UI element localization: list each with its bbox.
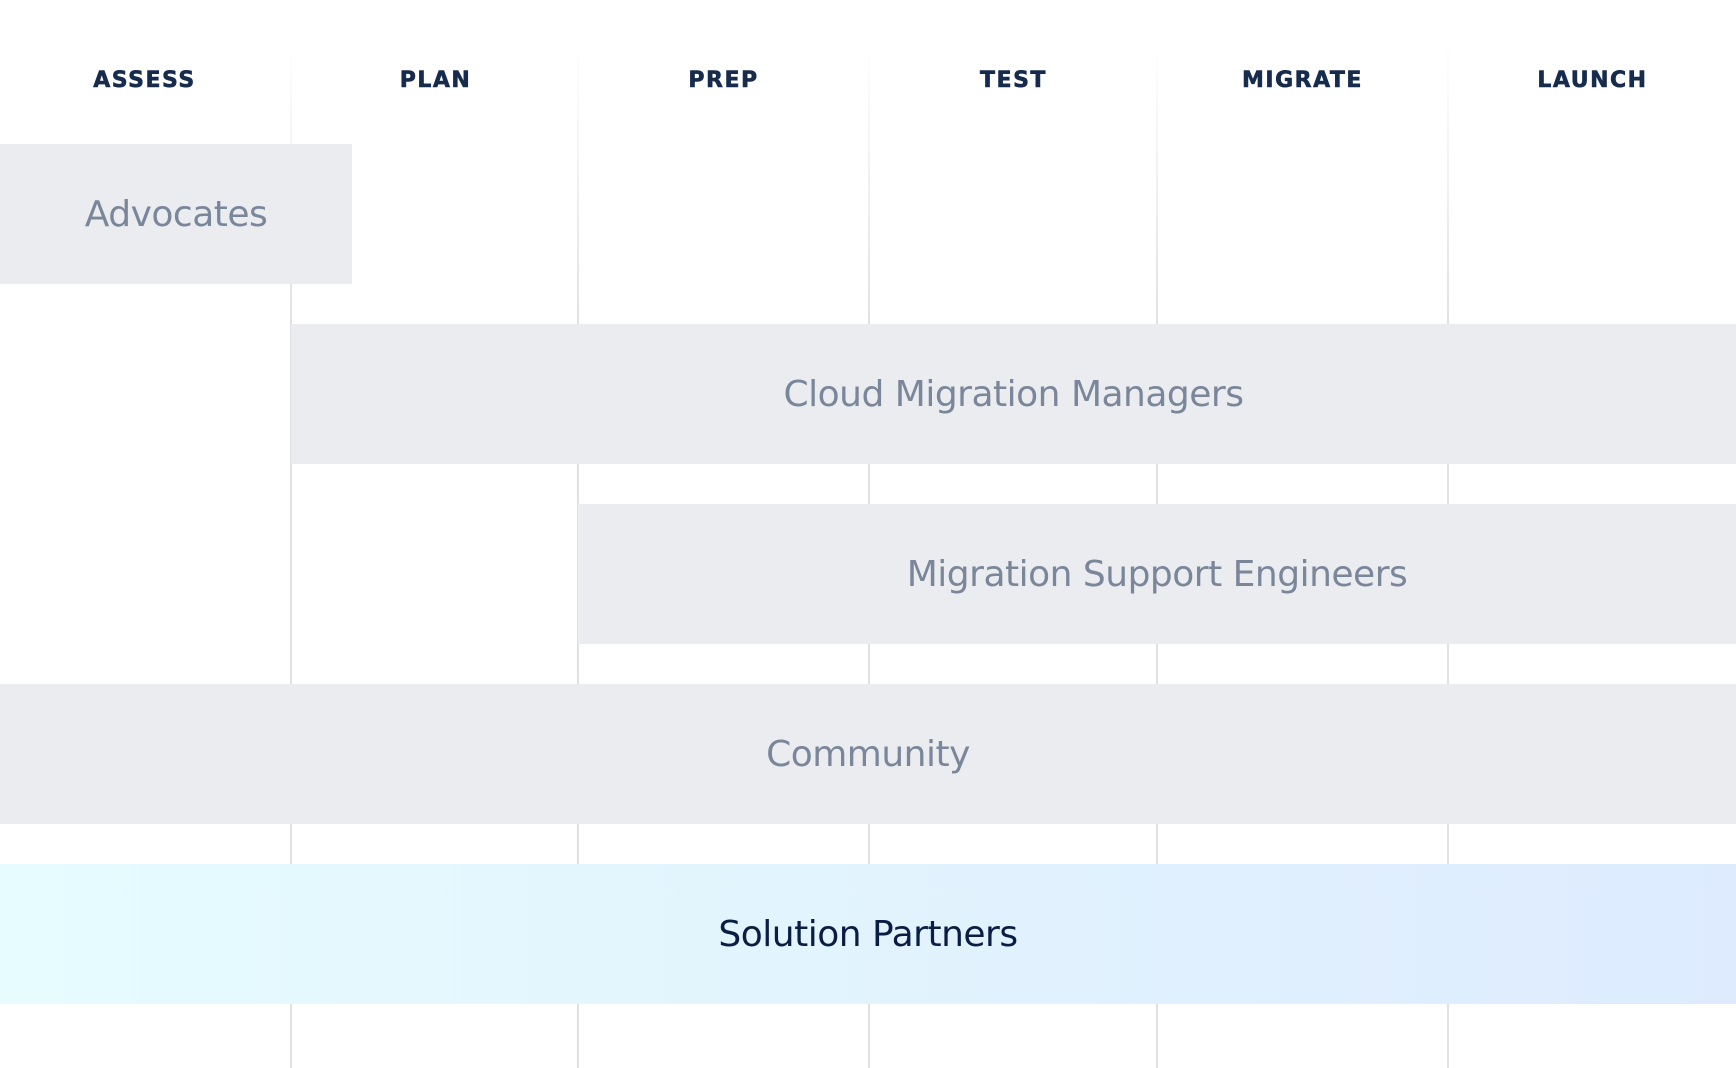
role-bar-cloud-migration-managers: Cloud Migration Managers (291, 324, 1736, 464)
phase-header-assess: ASSESS (93, 67, 196, 93)
role-bar-migration-support-engineers: Migration Support Engineers (578, 504, 1736, 644)
phase-header-plan: PLAN (399, 67, 472, 93)
role-label: Cloud Migration Managers (783, 373, 1244, 415)
role-label: Advocates (84, 193, 268, 235)
role-label: Solution Partners (718, 913, 1018, 955)
phase-header-launch: LAUNCH (1537, 67, 1648, 93)
phase-header-migrate: MIGRATE (1242, 67, 1363, 93)
role-bar-advocates: Advocates (0, 144, 352, 284)
role-label: Community (766, 733, 970, 775)
role-bar-community: Community (0, 684, 1736, 824)
role-label: Migration Support Engineers (906, 553, 1408, 595)
role-bar-solution-partners: Solution Partners (0, 864, 1736, 1004)
phase-header-test: TEST (980, 67, 1047, 93)
phase-header-prep: PREP (688, 67, 759, 93)
